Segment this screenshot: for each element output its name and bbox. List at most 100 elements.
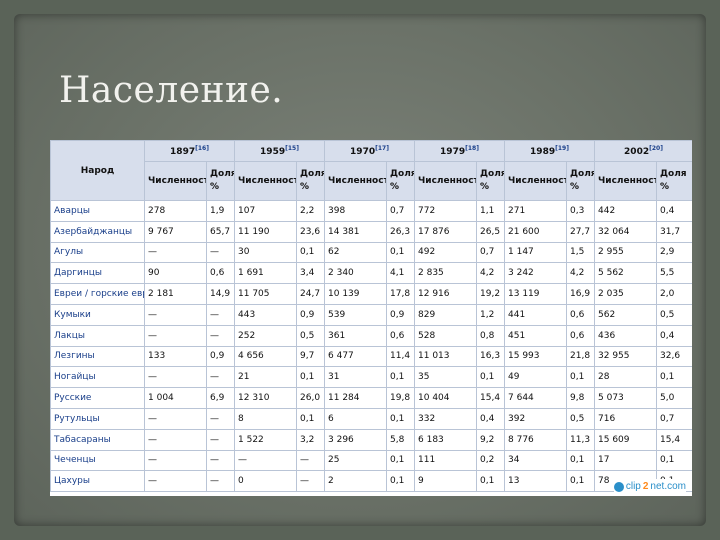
share-cell: 1,1 [476,200,505,222]
year-reference-link[interactable]: [19] [555,145,569,152]
year-reference-link[interactable]: [16] [195,145,209,152]
population-cell: 11 284 [324,387,387,409]
year-reference-link[interactable]: [17] [375,145,389,152]
population-cell: — [144,303,207,326]
header-share: Доля% [206,161,235,201]
population-cell: 3 296 [324,428,387,451]
population-cell: 13 [504,470,567,493]
population-cell: 107 [234,200,297,222]
header-year: 1897[16] [144,140,235,162]
population-table: Народ 1897[16] 1959[15] 1970[17] 1979[18] 198… [50,140,692,493]
header-share: Доля% [386,161,415,201]
share-cell: 16,3 [476,345,505,368]
share-cell: 0,8 [476,324,505,347]
population-cell: 10 139 [324,283,387,305]
population-cell: 12 916 [414,283,477,305]
population-cell: — [144,407,207,430]
population-cell: 10 404 [414,387,477,409]
share-cell: 0,1 [386,407,415,430]
population-cell: 15 993 [504,345,567,368]
year-reference-link[interactable]: [18] [465,145,479,152]
share-cell: 0,6 [566,324,595,347]
population-cell: 451 [504,324,567,347]
header-share-unit: % [480,182,490,192]
share-cell: — [206,366,235,389]
share-cell: 0,1 [386,449,415,472]
people-name-link[interactable]: Ногайцы [50,366,145,389]
population-cell: 9 [414,470,477,493]
share-cell: 27,7 [566,220,595,243]
population-cell: 4 656 [234,345,297,368]
header-year: 1979[18] [414,140,505,162]
population-cell: 1 691 [234,262,297,285]
header-year: 1959[15] [234,140,325,162]
people-name-link[interactable]: Азербайджанцы [50,220,145,243]
population-cell: 25 [324,449,387,472]
share-cell: 0,5 [566,407,595,430]
header-people: Народ [50,140,145,201]
share-cell: 0,1 [566,366,595,389]
header-share-unit: % [300,182,310,192]
people-name-link[interactable]: Русские [50,387,145,409]
people-name-link[interactable]: Лезгины [50,345,145,368]
population-cell: 7 644 [504,387,567,409]
population-cell: 32 064 [594,220,657,243]
table-row: Ногайцы — —21 0,1 31 0,1 35 0,1 49 0,1 28 0,1 [50,366,692,389]
population-cell: 21 [234,366,297,389]
people-name-link[interactable]: Лакцы [50,324,145,347]
people-name-link[interactable]: Цахуры [50,470,145,493]
population-cell: 31 [324,366,387,389]
population-cell: 1 147 [504,241,567,264]
share-cell: — [206,241,235,264]
people-name-link[interactable]: Агулы [50,241,145,264]
population-cell: 772 [414,200,477,222]
share-cell: 3,4 [296,262,325,285]
share-cell: 0,1 [296,241,325,264]
population-cell: 3 242 [504,262,567,285]
header-count: Численность [324,161,387,201]
share-cell: 32,6 [656,345,692,368]
population-cell: 361 [324,324,387,347]
share-cell: — [296,470,325,493]
share-cell: 0,5 [296,324,325,347]
share-cell: 19,2 [476,283,505,305]
population-cell: 278 [144,200,207,222]
share-cell: 21,8 [566,345,595,368]
people-name-link[interactable]: Евреи / горские евреи [50,283,145,305]
header-share: Доля% [566,161,595,201]
table-row: Рутульцы — —8 0,1 6 0,1 332 0,4 392 0,5 716 0,7 [50,407,692,430]
population-cell: 6 183 [414,428,477,451]
share-cell: 4,2 [476,262,505,285]
people-name-link[interactable]: Табасараны [50,428,145,451]
share-cell: 31,7 [656,220,692,243]
share-cell: — [206,449,235,472]
people-name-link[interactable]: Чеченцы [50,449,145,472]
population-cell: 32 955 [594,345,657,368]
share-cell: 0,7 [386,200,415,222]
table-row: Чеченцы — — — —25 0,1 111 0,2 34 0,1 17 0,1 [50,449,692,472]
people-name-link[interactable]: Рутульцы [50,407,145,430]
people-name-link[interactable]: Аварцы [50,200,145,222]
header-share-label: Доля [660,169,687,179]
share-cell: 0,9 [296,303,325,326]
header-count: Численность [504,161,567,201]
people-name-link[interactable]: Даргинцы [50,262,145,285]
year-reference-link[interactable]: [20] [649,145,663,152]
population-cell: 398 [324,200,387,222]
share-cell: 5,5 [656,262,692,285]
share-cell: — [296,449,325,472]
population-cell: 1 004 [144,387,207,409]
people-name-link[interactable]: Кумыки [50,303,145,326]
year-reference-link[interactable]: [15] [285,145,299,152]
share-cell: 24,7 [296,283,325,305]
population-cell: 8 [234,407,297,430]
population-cell: 6 477 [324,345,387,368]
population-cell: 2 [324,470,387,493]
share-cell: 23,6 [296,220,325,243]
header-count: Численность [144,161,207,201]
population-cell: 271 [504,200,567,222]
share-cell: 2,2 [296,200,325,222]
population-cell: 2 955 [594,241,657,264]
share-cell: 0,1 [386,241,415,264]
population-cell: 14 381 [324,220,387,243]
